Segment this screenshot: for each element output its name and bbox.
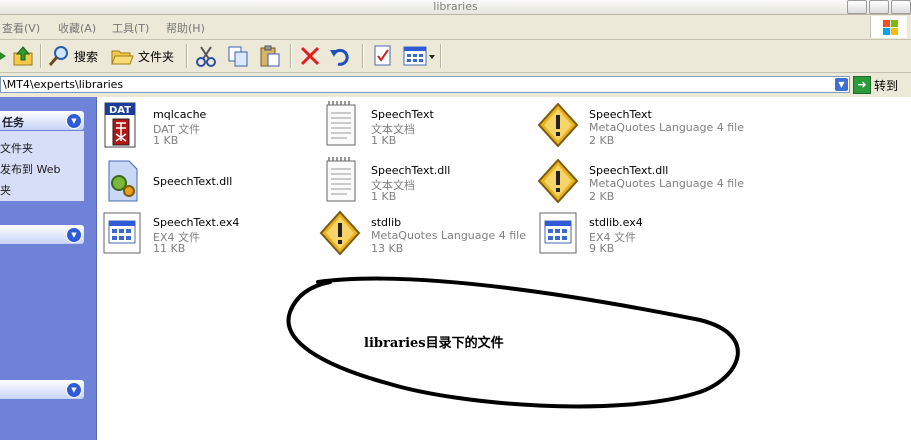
- annotation-ellipse: [286, 276, 740, 409]
- annotation-text: libraries目录下的文件: [364, 336, 504, 351]
